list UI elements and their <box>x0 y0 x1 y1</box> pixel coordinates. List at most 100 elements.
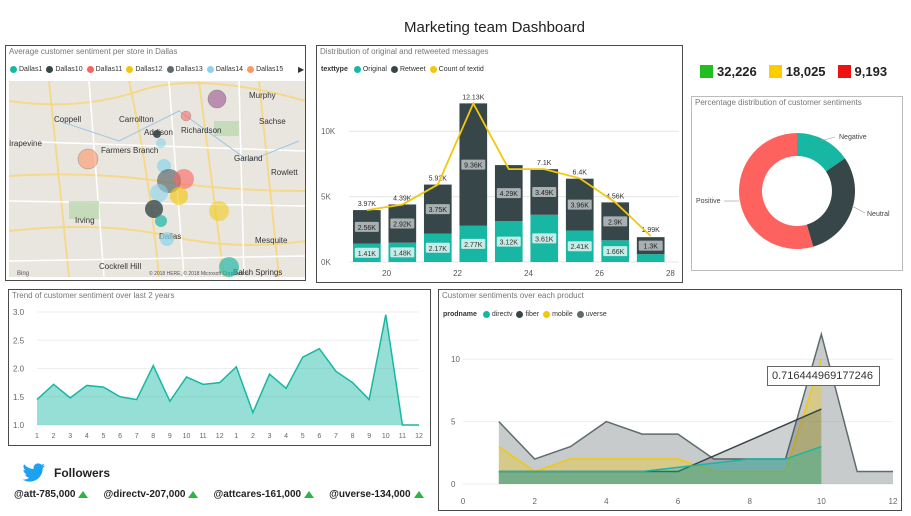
x-tick-label: 2 <box>532 497 537 506</box>
x-tick-label: 11 <box>399 433 406 440</box>
legend-next-icon[interactable]: ▶ <box>298 65 304 74</box>
legend-swatch <box>576 311 584 318</box>
store-bubble[interactable] <box>219 257 239 277</box>
legend-item[interactable]: Retweet <box>390 66 426 73</box>
store-bubble[interactable] <box>207 89 227 109</box>
x-tick-label: 6 <box>317 433 321 440</box>
trend-area-chart[interactable]: 1.01.52.02.53.01 2 3 4 5 6 7 8 9 10 11 12 1 2 3 4 5 6 7 8 9 1… <box>9 302 430 445</box>
map-label: Cockrell Hill <box>99 262 141 271</box>
legend-item[interactable]: Dallas10 <box>46 66 83 73</box>
legend-item[interactable]: Dallas15 <box>247 66 283 73</box>
handle-text: @attcares-161,000 <box>213 489 302 500</box>
follower-handle[interactable]: @attcares-161,000 <box>213 489 315 500</box>
legend-item[interactable]: mobile <box>543 311 573 318</box>
x-tick-label: 6 <box>676 497 681 506</box>
legend-item[interactable]: directv <box>482 311 513 318</box>
data-label-retweet: 3.96K <box>571 203 590 210</box>
x-tick-label: 5 <box>101 433 105 440</box>
legend-item[interactable]: Dallas12 <box>126 66 163 73</box>
map-label: Carrollton <box>119 115 154 124</box>
store-bubble[interactable] <box>156 138 166 148</box>
x-tick-label: 0 <box>461 497 466 506</box>
legend-item[interactable]: uverse <box>576 311 607 318</box>
data-label-total: 6.4K <box>573 169 588 176</box>
legend-label: mobile <box>552 311 573 318</box>
legend-title: prodname <box>443 311 477 318</box>
handle-text: @att-785,000 <box>14 489 76 500</box>
legend-label: Retweet <box>399 66 426 73</box>
data-label-total: 5.92K <box>429 176 448 183</box>
legend-label: Dallas12 <box>135 66 163 73</box>
data-label-total: 12.13K <box>462 94 485 101</box>
data-label-original: 2.77K <box>464 242 483 249</box>
kpi-negative: 9,193 <box>837 64 887 79</box>
y-tick-label: 5K <box>321 193 331 202</box>
x-tick-label: 3 <box>268 433 272 440</box>
map-canvas[interactable]: Murphy Coppell Carrollton Sachse Addison… <box>9 81 306 277</box>
legend-title: texttype <box>321 66 348 73</box>
legend-swatch <box>126 66 134 73</box>
follower-handle[interactable]: @directv-207,000 <box>103 489 199 500</box>
data-label-original: 2.41K <box>571 244 590 251</box>
kpi-swatch <box>837 65 851 78</box>
legend-item[interactable]: Dallas13 <box>166 66 203 73</box>
x-tick-label: 11 <box>199 433 206 440</box>
x-tick-label: 4 <box>284 433 288 440</box>
donut-label-neutral: Neutral <box>867 211 890 218</box>
data-label-retweet: 2.9K <box>608 219 623 226</box>
x-tick-label: 4 <box>85 433 89 440</box>
bar-chart[interactable]: 0K5K10K1.41K2.56K3.97K1.48K2.92K4.39K2.1… <box>317 82 682 282</box>
x-tick-label: 9 <box>367 433 371 440</box>
kpi-swatch <box>768 65 782 78</box>
map-label: Murphy <box>249 91 276 100</box>
legend-item[interactable]: Dallas1 <box>10 66 42 73</box>
donut-slice-neutral[interactable] <box>806 158 855 247</box>
x-tick-label: 1 <box>35 433 39 440</box>
legend-item[interactable]: Dallas11 <box>86 66 122 73</box>
x-tick-label: 9 <box>168 433 172 440</box>
map-legend: Dallas1 Dallas10 Dallas11 Dallas12 Dalla… <box>10 66 287 73</box>
store-bubble[interactable] <box>150 184 168 202</box>
donut-panel-title: Percentage distribution of customer sent… <box>695 98 862 107</box>
store-bubble[interactable] <box>209 201 229 221</box>
x-tick-label: 3 <box>68 433 72 440</box>
store-bubble[interactable] <box>153 130 161 138</box>
store-bubble[interactable] <box>174 169 194 189</box>
product-panel[interactable]: Customer sentiments over each product pr… <box>438 289 902 511</box>
x-tick-label: 2 <box>52 433 56 440</box>
followers-title: Followers <box>54 466 111 480</box>
bar-legend: texttype Original Retweet Count of texti… <box>321 66 488 73</box>
leader-line <box>851 205 866 214</box>
x-tick-label: 26 <box>595 269 604 278</box>
legend-item[interactable]: Dallas14 <box>206 66 243 73</box>
store-bubble[interactable] <box>170 187 188 205</box>
legend-item[interactable]: fiber <box>516 311 539 318</box>
donut-chart[interactable]: Negative Neutral Positive <box>692 111 902 271</box>
y-tick-label: 10K <box>321 127 336 136</box>
store-bubble[interactable] <box>160 232 174 246</box>
map-label: Mesquite <box>255 236 288 245</box>
legend-swatch <box>86 66 94 73</box>
data-label-original: 2.17K <box>429 246 448 253</box>
kpi-swatch <box>700 65 713 78</box>
dashboard-title: Marketing team Dashboard <box>404 19 585 36</box>
map-panel-title: Average customer sentiment per store in … <box>9 47 178 56</box>
donut-label-positive: Positive <box>696 198 721 205</box>
handle-text: @uverse-134,000 <box>329 489 411 500</box>
x-tick-label: 7 <box>334 433 338 440</box>
legend-item[interactable]: Count of textid <box>429 66 484 73</box>
legend-item[interactable]: Original <box>353 66 387 73</box>
follower-handle[interactable]: @uverse-134,000 <box>329 489 424 500</box>
product-area-chart[interactable]: 0 5 10 0 2 4 6 8 10 12 <box>439 324 901 510</box>
legend-label: directv <box>491 311 513 318</box>
trend-panel[interactable]: Trend of customer sentiment over last 2 … <box>8 289 431 446</box>
map-panel[interactable]: Average customer sentiment per store in … <box>5 45 306 281</box>
follower-handle[interactable]: @att-785,000 <box>14 489 89 500</box>
store-bubble[interactable] <box>77 148 99 170</box>
map-label: Richardson <box>181 126 221 135</box>
store-bubble[interactable] <box>180 110 192 122</box>
donut-panel[interactable]: Percentage distribution of customer sent… <box>691 96 903 271</box>
bar-panel[interactable]: Distribution of original and retweeted m… <box>316 45 683 283</box>
kpi-value: 18,025 <box>785 64 826 79</box>
store-bubble[interactable] <box>155 215 167 227</box>
